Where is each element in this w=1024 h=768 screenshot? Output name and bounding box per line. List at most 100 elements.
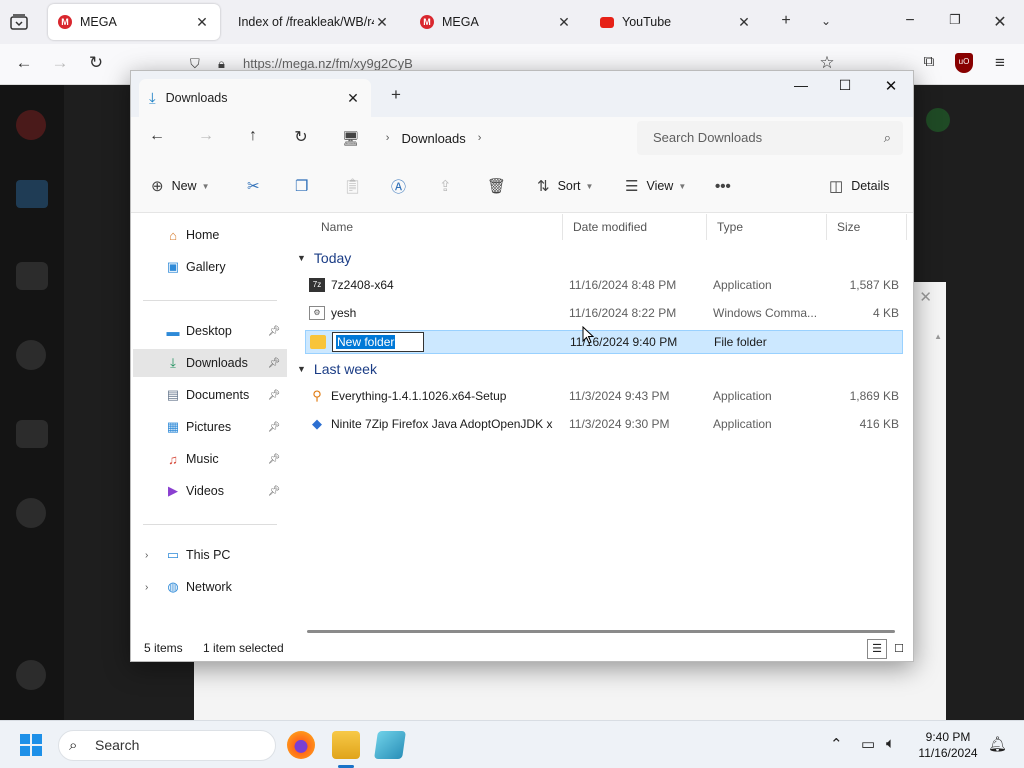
new-tab-icon[interactable]: + xyxy=(391,85,401,105)
browser-tab-youtube[interactable]: YouTube ✕ xyxy=(590,4,762,40)
chevron-right-icon[interactable]: › xyxy=(145,582,148,593)
sidebar-item-label: Desktop xyxy=(186,324,232,338)
tab-list-icon[interactable] xyxy=(8,12,30,32)
pin-icon[interactable]: 📌︎ xyxy=(265,486,283,497)
table-row[interactable]: ⚙ yesh 11/16/2024 8:22 PM Windows Comma..… xyxy=(305,302,903,326)
sidebar-item-pictures[interactable]: ▦ Pictures 📌︎ xyxy=(133,413,287,441)
pictures-icon: ▦ xyxy=(166,419,180,434)
close-window-icon[interactable]: ✕ xyxy=(990,12,1010,32)
table-row[interactable]: ⚲ Everything-1.4.1.1026.x64-Setup 11/3/20… xyxy=(305,385,903,409)
browser-tab-index[interactable]: Index of /freakleak/WB/r48 ✕ xyxy=(228,4,400,40)
minimize-icon[interactable]: − xyxy=(900,12,920,30)
cut-button[interactable]: ✂ xyxy=(247,176,260,196)
browser-tab-mega-2[interactable]: M MEGA ✕ xyxy=(410,4,582,40)
volume-icon[interactable]: 🔈︎ xyxy=(886,735,895,752)
column-header-type[interactable]: Type xyxy=(707,214,827,240)
close-icon[interactable]: ✕ xyxy=(919,288,932,306)
chevron-right-icon[interactable]: › xyxy=(145,550,148,561)
chevron-right-icon[interactable]: › xyxy=(478,132,482,144)
table-row-selected[interactable]: New folder 11/16/2024 9:40 PM File folde… xyxy=(305,330,903,354)
rename-button[interactable]: Ⓐ xyxy=(391,176,406,196)
search-input[interactable]: Search Downloads ⌕ xyxy=(637,121,903,155)
delete-button[interactable]: 🗑︎ xyxy=(487,176,506,196)
chevron-right-icon[interactable]: › xyxy=(386,132,390,144)
this-pc-icon: 🖥︎ xyxy=(342,129,360,146)
menu-icon[interactable]: ≡ xyxy=(988,53,1012,73)
group-header-today[interactable]: ▼ Today xyxy=(297,250,351,266)
maximize-icon[interactable]: ☐ xyxy=(833,77,857,94)
scroll-up-icon[interactable]: ▲ xyxy=(934,332,942,341)
table-row[interactable]: 7z 7z2408-x64 11/16/2024 8:48 PM Applicat… xyxy=(305,274,903,298)
taskbar-search[interactable]: ⌕ Search xyxy=(58,730,276,761)
close-icon[interactable]: ✕ xyxy=(374,14,390,31)
close-icon[interactable]: ✕ xyxy=(556,14,572,31)
pin-icon[interactable]: 📌︎ xyxy=(265,326,283,337)
close-icon[interactable]: ✕ xyxy=(345,90,361,107)
network-icon[interactable]: ▭ xyxy=(861,735,875,753)
table-row[interactable]: ◆ Ninite 7Zip Firefox Java AdoptOpenJDK x… xyxy=(305,413,903,437)
more-options-button[interactable]: ••• xyxy=(715,176,731,196)
pin-icon[interactable]: 📌︎ xyxy=(265,422,283,433)
chevron-up-icon[interactable]: ⌃ xyxy=(830,735,843,753)
sidebar-item-videos[interactable]: ▶ Videos 📌︎ xyxy=(133,477,287,505)
close-icon[interactable]: ✕ xyxy=(194,14,210,31)
rename-input[interactable]: New folder xyxy=(332,332,424,352)
app-icon[interactable] xyxy=(374,731,406,759)
new-button[interactable]: ⊕ New ▼ xyxy=(151,176,210,196)
back-icon[interactable]: ← xyxy=(146,127,168,145)
minimize-icon[interactable]: — xyxy=(789,77,813,93)
pin-icon[interactable]: 📌︎ xyxy=(265,454,283,465)
restore-icon[interactable]: ❐ xyxy=(945,12,965,28)
pin-icon[interactable]: 📌︎ xyxy=(265,358,283,369)
horizontal-scrollbar[interactable] xyxy=(307,630,895,633)
forward-icon[interactable]: → xyxy=(48,53,72,73)
sidebar-item-downloads[interactable]: ⤓ Downloads 📌︎ xyxy=(133,349,287,377)
details-view-icon[interactable]: ☰ xyxy=(867,639,887,659)
file-explorer-icon[interactable] xyxy=(332,731,360,759)
extensions-icon[interactable]: ⧉ xyxy=(917,53,941,70)
sort-button[interactable]: ⇅ Sort ▼ xyxy=(537,176,593,196)
ublock-icon[interactable]: uO xyxy=(955,53,973,73)
back-icon[interactable]: ← xyxy=(12,53,36,73)
sidebar-item-documents[interactable]: ▤ Documents 📌︎ xyxy=(133,381,287,409)
close-icon[interactable]: ✕ xyxy=(736,14,752,31)
share-button[interactable]: ⇪ xyxy=(439,176,452,196)
sidebar-item-this-pc[interactable]: › ▭ This PC xyxy=(133,541,287,569)
browser-tab-mega-1[interactable]: M MEGA ✕ xyxy=(48,4,220,40)
clock[interactable]: 9:40 PM 11/16/2024 xyxy=(914,729,982,761)
chevron-down-icon[interactable]: ⌄ xyxy=(816,14,836,28)
close-window-icon[interactable]: ✕ xyxy=(879,77,903,95)
up-icon[interactable]: ↑ xyxy=(242,127,264,145)
breadcrumb-downloads[interactable]: Downloads xyxy=(401,131,465,146)
copy-button[interactable]: ❐ xyxy=(295,176,308,196)
new-tab-icon[interactable]: + xyxy=(776,12,796,30)
sidebar-item-desktop[interactable]: ▬ Desktop 📌︎ xyxy=(133,317,287,345)
sidebar-item-home[interactable]: ⌂ Home xyxy=(133,221,287,249)
sidebar-item-label: This PC xyxy=(186,548,231,562)
share-icon: ⇪ xyxy=(439,178,452,195)
details-button[interactable]: ◫ Details xyxy=(829,176,889,196)
trash-icon: 🗑︎ xyxy=(487,178,507,195)
firefox-icon[interactable] xyxy=(287,731,315,759)
start-button[interactable] xyxy=(20,734,42,756)
sidebar-item-network[interactable]: › ◍ Network xyxy=(133,573,287,601)
view-button[interactable]: ☰ View ▼ xyxy=(625,176,686,196)
column-header-date[interactable]: Date modified xyxy=(563,214,707,240)
refresh-icon[interactable]: ↻ xyxy=(290,127,312,147)
file-type: Application xyxy=(713,389,772,403)
explorer-tab-downloads[interactable]: ⤓ Downloads ✕ xyxy=(139,79,371,117)
sidebar-item-gallery[interactable]: ▣ Gallery xyxy=(133,253,287,281)
forward-icon[interactable]: → xyxy=(195,127,217,145)
breadcrumb[interactable]: 🖥︎ › Downloads › xyxy=(336,121,632,155)
group-header-last-week[interactable]: ▼ Last week xyxy=(297,361,377,377)
chevron-down-icon: ▼ xyxy=(678,181,687,191)
sidebar-item-label: Documents xyxy=(186,388,250,402)
column-header-name[interactable]: Name xyxy=(311,214,563,240)
column-header-size[interactable]: Size xyxy=(827,214,907,240)
pin-icon[interactable]: 📌︎ xyxy=(265,390,283,401)
paste-button[interactable]: 📋︎ xyxy=(343,176,362,196)
tiles-view-icon[interactable]: ☐ xyxy=(889,639,909,659)
sidebar-item-music[interactable]: ♫ Music 📌︎ xyxy=(133,445,287,473)
reload-icon[interactable]: ↻ xyxy=(84,53,108,73)
notification-bell-icon[interactable]: 🔔︎ xyxy=(988,735,1007,753)
